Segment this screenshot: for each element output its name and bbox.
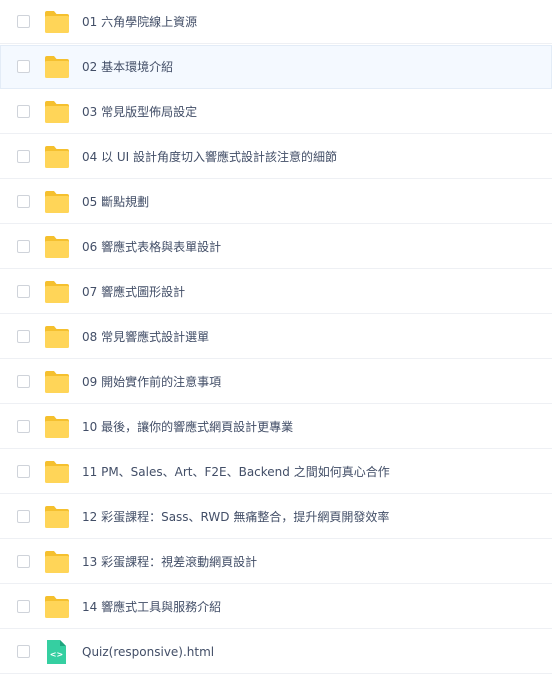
file-name[interactable]: 09 開始實作前的注意事項 [82,360,221,404]
row-checkbox[interactable] [17,330,30,343]
file-name[interactable]: 13 彩蛋課程：視差滾動網頁設計 [82,540,257,584]
row-checkbox[interactable] [17,510,30,523]
file-name[interactable]: 14 響應式工具與服務介紹 [82,585,221,629]
file-name[interactable]: 07 響應式圖形設計 [82,270,185,314]
row-checkbox[interactable] [17,60,30,73]
file-row[interactable]: 11 PM、Sales、Art、F2E、Backend 之間如何真心合作 [0,450,552,494]
row-checkbox[interactable] [17,555,30,568]
folder-icon [44,190,70,214]
file-row[interactable]: 06 響應式表格與表單設計 [0,225,552,269]
file-name[interactable]: Quiz(responsive).html [82,630,214,674]
row-checkbox[interactable] [17,15,30,28]
folder-icon [44,55,70,79]
folder-icon [44,415,70,439]
row-checkbox[interactable] [17,420,30,433]
folder-icon [44,235,70,259]
folder-icon [44,460,70,484]
file-row[interactable]: 10 最後，讓你的響應式網頁設計更專業 [0,405,552,449]
folder-icon [44,595,70,619]
file-name[interactable]: 06 響應式表格與表單設計 [82,225,221,269]
row-checkbox[interactable] [17,105,30,118]
file-name[interactable]: 12 彩蛋課程：Sass、RWD 無痛整合，提升網頁開發效率 [82,495,389,539]
file-name[interactable]: 08 常見響應式設計選單 [82,315,209,359]
file-list: 01 六角學院線上資源 02 基本環境介紹 03 常見版型佈局設定 04 以 U… [0,0,554,679]
file-row[interactable]: 12 彩蛋課程：Sass、RWD 無痛整合，提升網頁開發效率 [0,495,552,539]
row-checkbox[interactable] [17,375,30,388]
file-row[interactable]: 01 六角學院線上資源 [0,0,552,44]
row-checkbox[interactable] [17,240,30,253]
file-row[interactable]: 04 以 UI 設計角度切入響應式設計該注意的細節 [0,135,552,179]
file-name[interactable]: 10 最後，讓你的響應式網頁設計更專業 [82,405,293,449]
row-checkbox[interactable] [17,150,30,163]
file-row[interactable]: 03 常見版型佈局設定 [0,90,552,134]
file-row[interactable]: <> Quiz(responsive).html [0,630,552,674]
file-name[interactable]: 04 以 UI 設計角度切入響應式設計該注意的細節 [82,135,337,179]
file-row[interactable]: 02 基本環境介紹 [0,45,552,89]
folder-icon [44,280,70,304]
file-row[interactable]: 13 彩蛋課程：視差滾動網頁設計 [0,540,552,584]
file-row[interactable]: 09 開始實作前的注意事項 [0,360,552,404]
file-name[interactable]: 02 基本環境介紹 [82,45,173,89]
folder-icon [44,505,70,529]
file-row[interactable]: 07 響應式圖形設計 [0,270,552,314]
svg-text:<>: <> [50,650,63,659]
file-row[interactable]: 14 響應式工具與服務介紹 [0,585,552,629]
html-file-icon: <> [44,640,70,664]
folder-icon [44,10,70,34]
folder-icon [44,325,70,349]
file-name[interactable]: 01 六角學院線上資源 [82,0,197,44]
file-row[interactable]: 05 斷點規劃 [0,180,552,224]
row-checkbox[interactable] [17,645,30,658]
file-name[interactable]: 05 斷點規劃 [82,180,149,224]
file-name[interactable]: 11 PM、Sales、Art、F2E、Backend 之間如何真心合作 [82,450,390,494]
folder-icon [44,145,70,169]
file-row[interactable]: 08 常見響應式設計選單 [0,315,552,359]
row-checkbox[interactable] [17,600,30,613]
folder-icon [44,550,70,574]
folder-icon [44,370,70,394]
folder-icon [44,100,70,124]
row-checkbox[interactable] [17,285,30,298]
file-name[interactable]: 03 常見版型佈局設定 [82,90,197,134]
row-checkbox[interactable] [17,195,30,208]
row-checkbox[interactable] [17,465,30,478]
